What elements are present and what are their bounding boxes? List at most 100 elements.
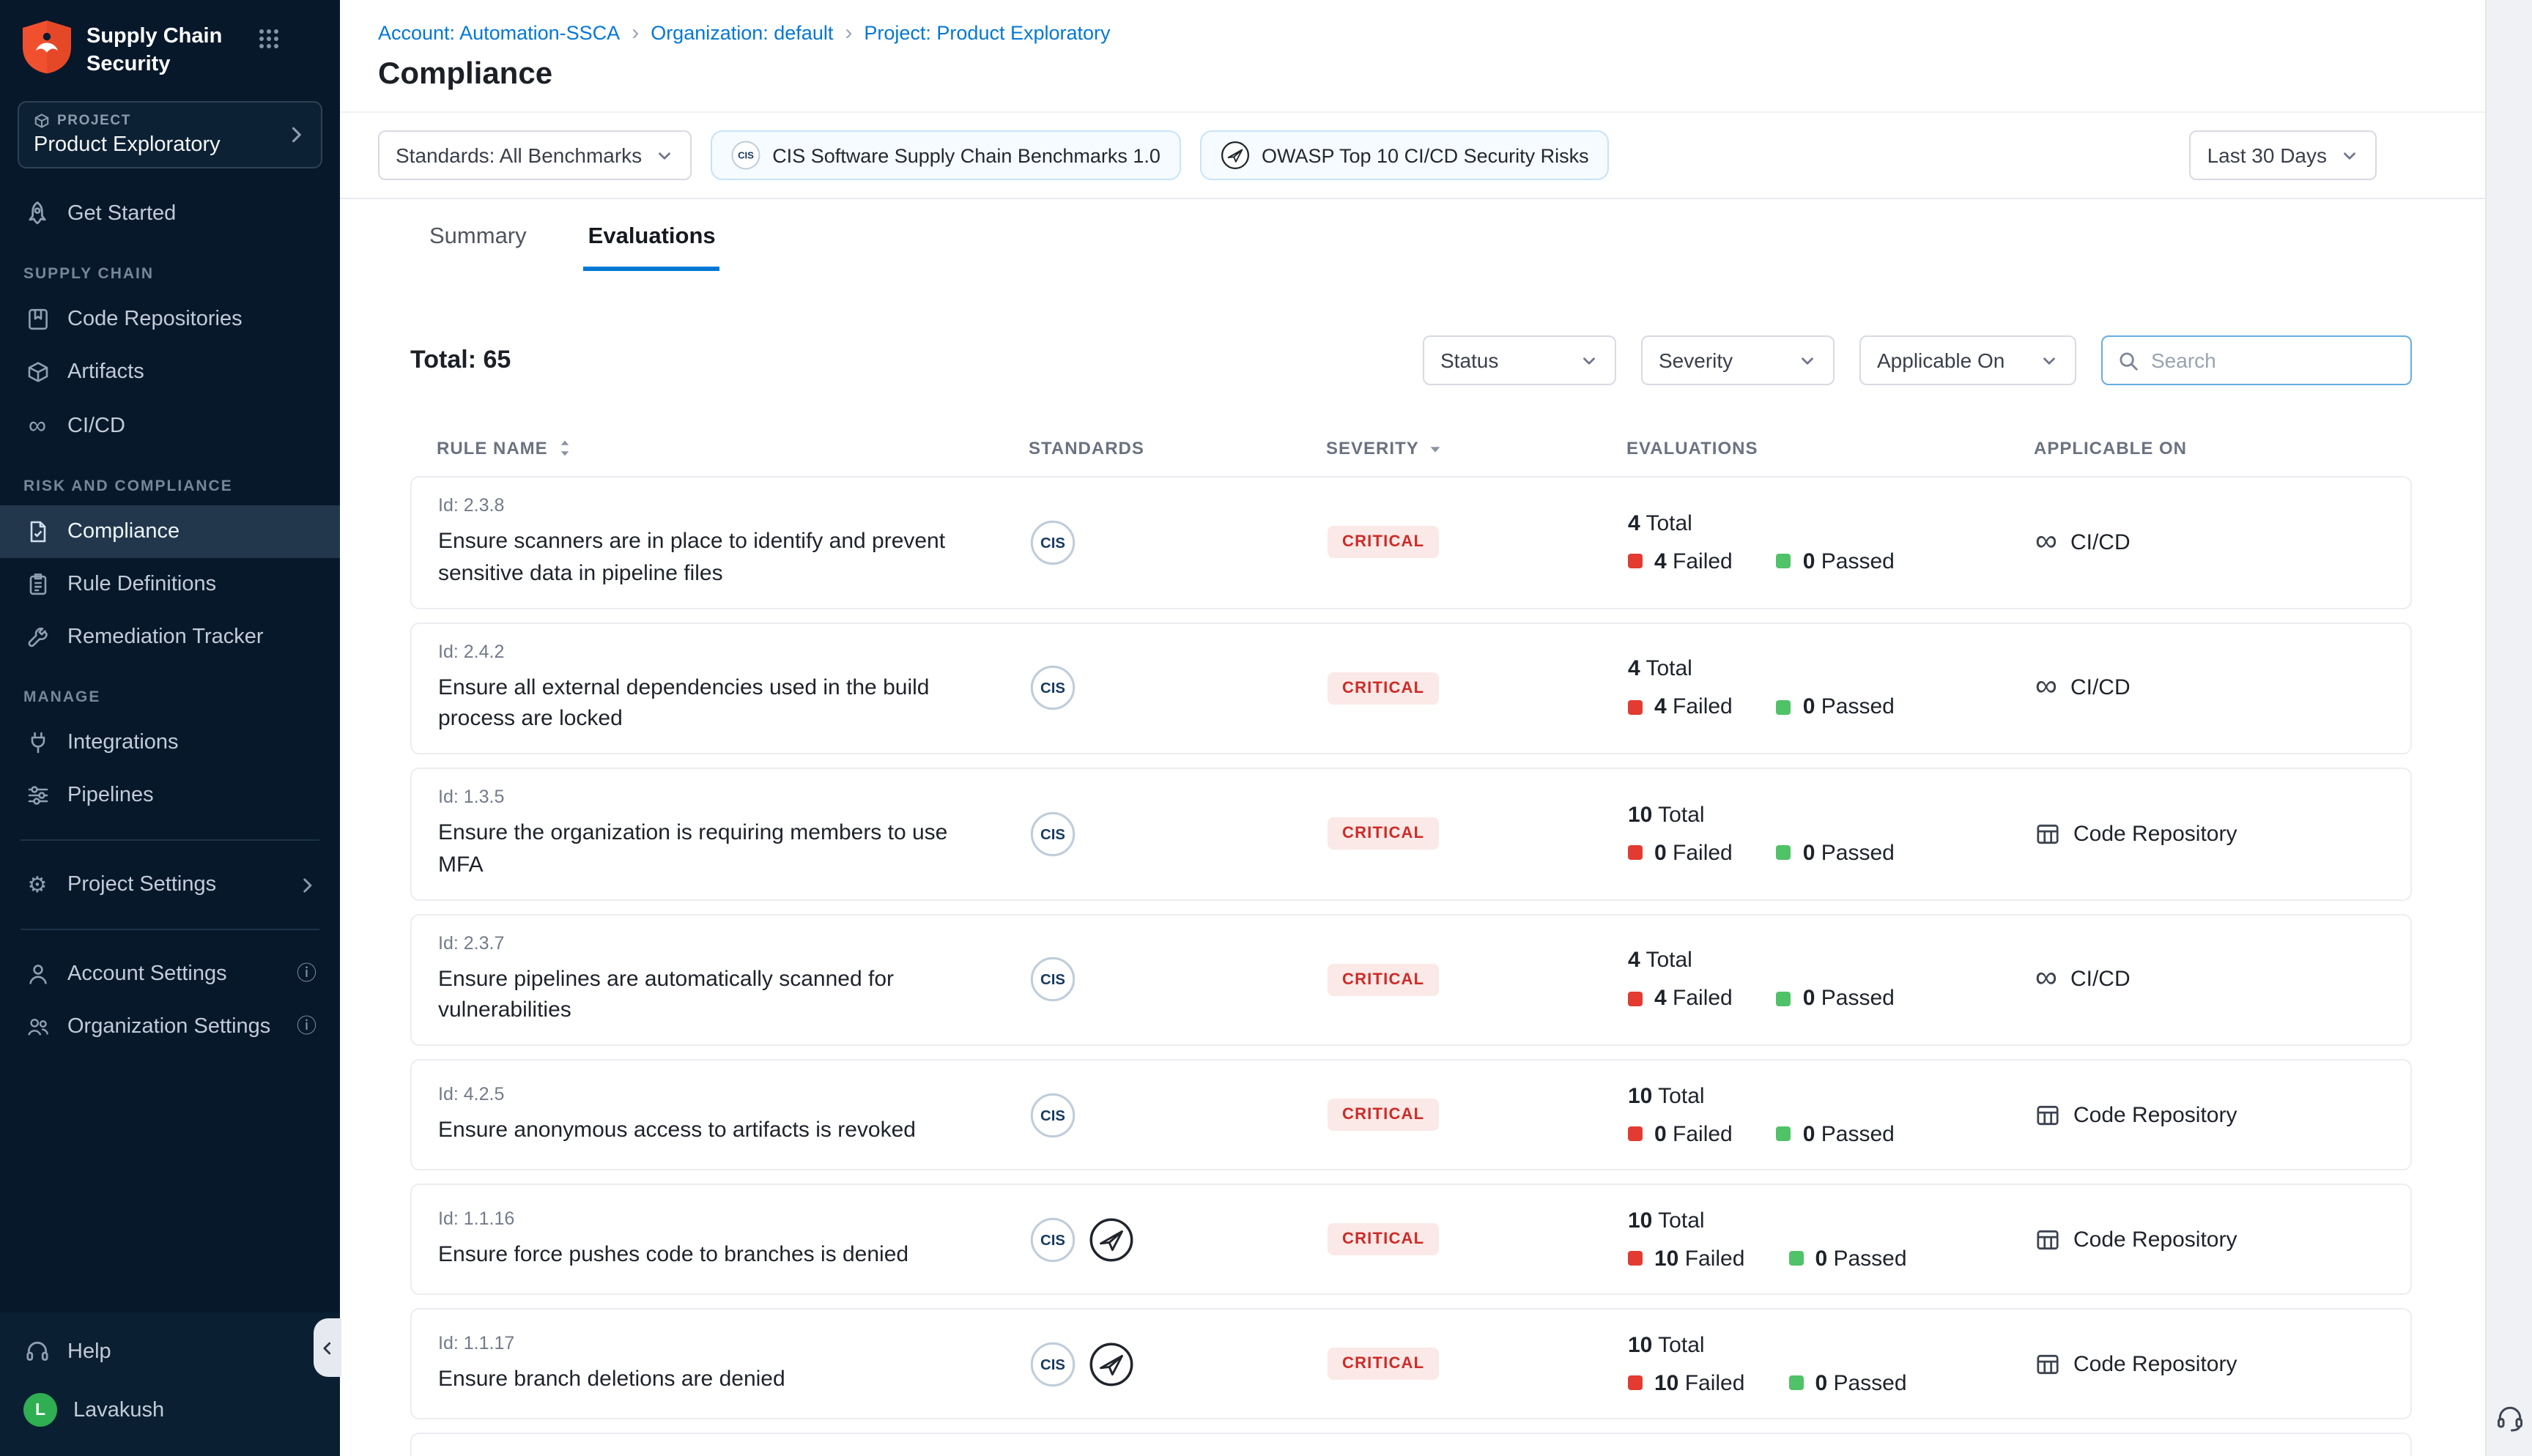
app-logo-icon[interactable]: [21, 19, 73, 81]
table-row[interactable]: Id: 1.1.16Ensure force pushes code to br…: [410, 1184, 2412, 1295]
wrench-icon: [23, 625, 51, 649]
sidebar-item-compliance[interactable]: Compliance: [0, 505, 340, 558]
sidebar-item-project-settings[interactable]: ⚙ Project Settings: [0, 858, 340, 911]
sidebar-item-organization-settings[interactable]: Organization Settings ⓘ: [0, 1000, 340, 1053]
sidebar-item-label: Remediation Tracker: [67, 625, 264, 649]
status-filter-select[interactable]: Status: [1423, 335, 1616, 385]
severity-cell: CRITICAL: [1328, 527, 1628, 559]
breadcrumb: Account: Automation-SSCA › Organization:…: [378, 22, 2447, 44]
gear-icon: ⚙: [23, 874, 51, 896]
severity-badge: CRITICAL: [1328, 964, 1439, 996]
applicable-on-label: CI/CD: [2070, 967, 2131, 992]
table-row[interactable]: Id: 1.1.17Ensure branch deletions are de…: [410, 1308, 2412, 1419]
tab-summary[interactable]: Summary: [425, 218, 531, 271]
infinity-icon: ∞: [23, 413, 51, 438]
passed-square-icon: [1777, 700, 1791, 715]
standards-select[interactable]: Standards: All Benchmarks: [378, 130, 692, 180]
sidebar-item-code-repositories[interactable]: Code Repositories: [0, 293, 340, 346]
table-row[interactable]: Id: 2.3.8Ensure scanners are in place to…: [410, 476, 2412, 609]
eval-failed: 10 Failed: [1628, 1246, 1744, 1271]
column-severity[interactable]: SEVERITY: [1326, 438, 1626, 458]
eval-passed: 0 Passed: [1777, 1121, 1895, 1146]
svg-text:CIS: CIS: [1040, 535, 1065, 551]
date-range-select[interactable]: Last 30 Days: [2190, 130, 2377, 180]
people-icon: [23, 1015, 51, 1039]
document-check-icon: [23, 520, 51, 543]
applicable-on-label: Code Repository: [2073, 822, 2237, 847]
column-rule-name[interactable]: RULE NAME: [437, 438, 1029, 458]
app-switcher-icon[interactable]: [258, 28, 280, 56]
severity-cell: CRITICAL: [1328, 672, 1628, 705]
evaluations-cell: 4 Total4 Failed0 Passed: [1628, 948, 2035, 1011]
chip-cis-benchmark[interactable]: CIS CIS Software Supply Chain Benchmarks…: [711, 130, 1181, 180]
sidebar-item-rule-definitions[interactable]: Rule Definitions: [0, 558, 340, 611]
svg-text:CIS: CIS: [1040, 1232, 1065, 1248]
applicable-on-label: CI/CD: [2070, 676, 2131, 701]
rule-id: Id: 1.3.5: [438, 787, 1030, 807]
chevron-right-icon: [286, 125, 306, 145]
eval-passed: 0 Passed: [1788, 1246, 1906, 1271]
eval-total: 4 Total: [1628, 948, 2035, 973]
rule-name: Ensure pipelines are automatically scann…: [438, 963, 1030, 1027]
support-chat-icon[interactable]: [2495, 1403, 2524, 1433]
rule-id: Id: 1.1.16: [438, 1208, 1030, 1228]
cicd-icon: ∞: [2035, 530, 2057, 555]
passed-square-icon: [1788, 1375, 1803, 1390]
breadcrumb-project-link[interactable]: Project: Product Exploratory: [864, 22, 1110, 44]
repo-icon: [2035, 1102, 2060, 1127]
breadcrumb-account-link[interactable]: Account: Automation-SSCA: [378, 22, 620, 44]
sidebar-item-artifacts[interactable]: Artifacts: [0, 346, 340, 398]
breadcrumb-organization-link[interactable]: Organization: default: [651, 22, 833, 44]
rule-cell: Id: 2.3.8Ensure scanners are in place to…: [438, 495, 1030, 590]
total-count: Total: 65: [410, 346, 511, 375]
failed-square-icon: [1628, 1375, 1643, 1390]
chevron-down-icon: [2040, 351, 2059, 370]
sidebar-item-label: Artifacts: [67, 360, 144, 384]
sidebar-item-label: Get Started: [67, 201, 176, 225]
table-row[interactable]: Id: 2.3.7Ensure pipelines are automatica…: [410, 913, 2412, 1046]
sort-down-icon[interactable]: [1428, 440, 1444, 456]
sidebar-item-cicd[interactable]: ∞ CI/CD: [0, 398, 340, 453]
standards-cell: CIS: [1030, 957, 1328, 1003]
table-row[interactable]: Id: 1.3.5Ensure the organization is requ…: [410, 768, 2412, 900]
severity-filter-select[interactable]: Severity: [1641, 335, 1835, 385]
sort-updown-icon[interactable]: [557, 438, 573, 458]
main-panel: Account: Automation-SSCA › Organization:…: [340, 0, 2485, 1456]
svg-text:CIS: CIS: [1040, 972, 1065, 988]
applicable-on-label: CI/CD: [2070, 530, 2131, 555]
sidebar-item-get-started[interactable]: Get Started: [0, 186, 340, 240]
table-row[interactable]: Id: 4.2.5Ensure anonymous access to arti…: [410, 1059, 2412, 1170]
sidebar-item-label: Integrations: [67, 731, 179, 754]
cis-logo-icon: CIS: [1030, 520, 1076, 565]
project-selector[interactable]: PROJECT Product Exploratory: [18, 101, 322, 168]
eval-total: 10 Total: [1628, 1208, 2035, 1233]
applicable-on-filter-select[interactable]: Applicable On: [1859, 335, 2076, 385]
search-input[interactable]: [2151, 349, 2396, 372]
headset-icon: [23, 1339, 51, 1364]
table-row[interactable]: Id: 2.4.2Ensure all external dependencie…: [410, 622, 2412, 754]
rocket-icon: [23, 201, 51, 226]
rule-id: Id: 2.3.8: [438, 495, 1030, 516]
passed-square-icon: [1777, 554, 1791, 569]
standards-cell: CIS: [1030, 1217, 1328, 1262]
sidebar-item-pipelines[interactable]: Pipelines: [0, 769, 340, 822]
chip-owasp-top10[interactable]: OWASP Top 10 CI/CD Security Risks: [1200, 130, 1610, 180]
rule-cell: Id: 2.3.7Ensure pipelines are automatica…: [438, 932, 1030, 1027]
sidebar-item-help[interactable]: Help: [0, 1324, 340, 1378]
rule-cell: Id: 1.3.5Ensure the organization is requ…: [438, 787, 1030, 881]
standards-cell: CIS: [1030, 520, 1328, 565]
passed-square-icon: [1777, 992, 1791, 1006]
tab-evaluations[interactable]: Evaluations: [584, 218, 720, 271]
user-menu[interactable]: L Lavakush: [0, 1378, 340, 1441]
svg-text:CIS: CIS: [1040, 1356, 1065, 1373]
sidebar-item-remediation-tracker[interactable]: Remediation Tracker: [0, 611, 340, 664]
sidebar-item-label: Compliance: [67, 520, 179, 543]
sidebar-collapse-button[interactable]: [314, 1318, 341, 1377]
rule-name: Ensure branch deletions are denied: [438, 1363, 1030, 1395]
sidebar-item-account-settings[interactable]: Account Settings ⓘ: [0, 948, 340, 1000]
svg-text:CIS: CIS: [1040, 826, 1065, 842]
sidebar-item-integrations[interactable]: Integrations: [0, 716, 340, 769]
chevron-down-icon: [655, 146, 674, 165]
failed-square-icon: [1628, 846, 1643, 861]
owasp-logo-icon: [1089, 1217, 1134, 1262]
